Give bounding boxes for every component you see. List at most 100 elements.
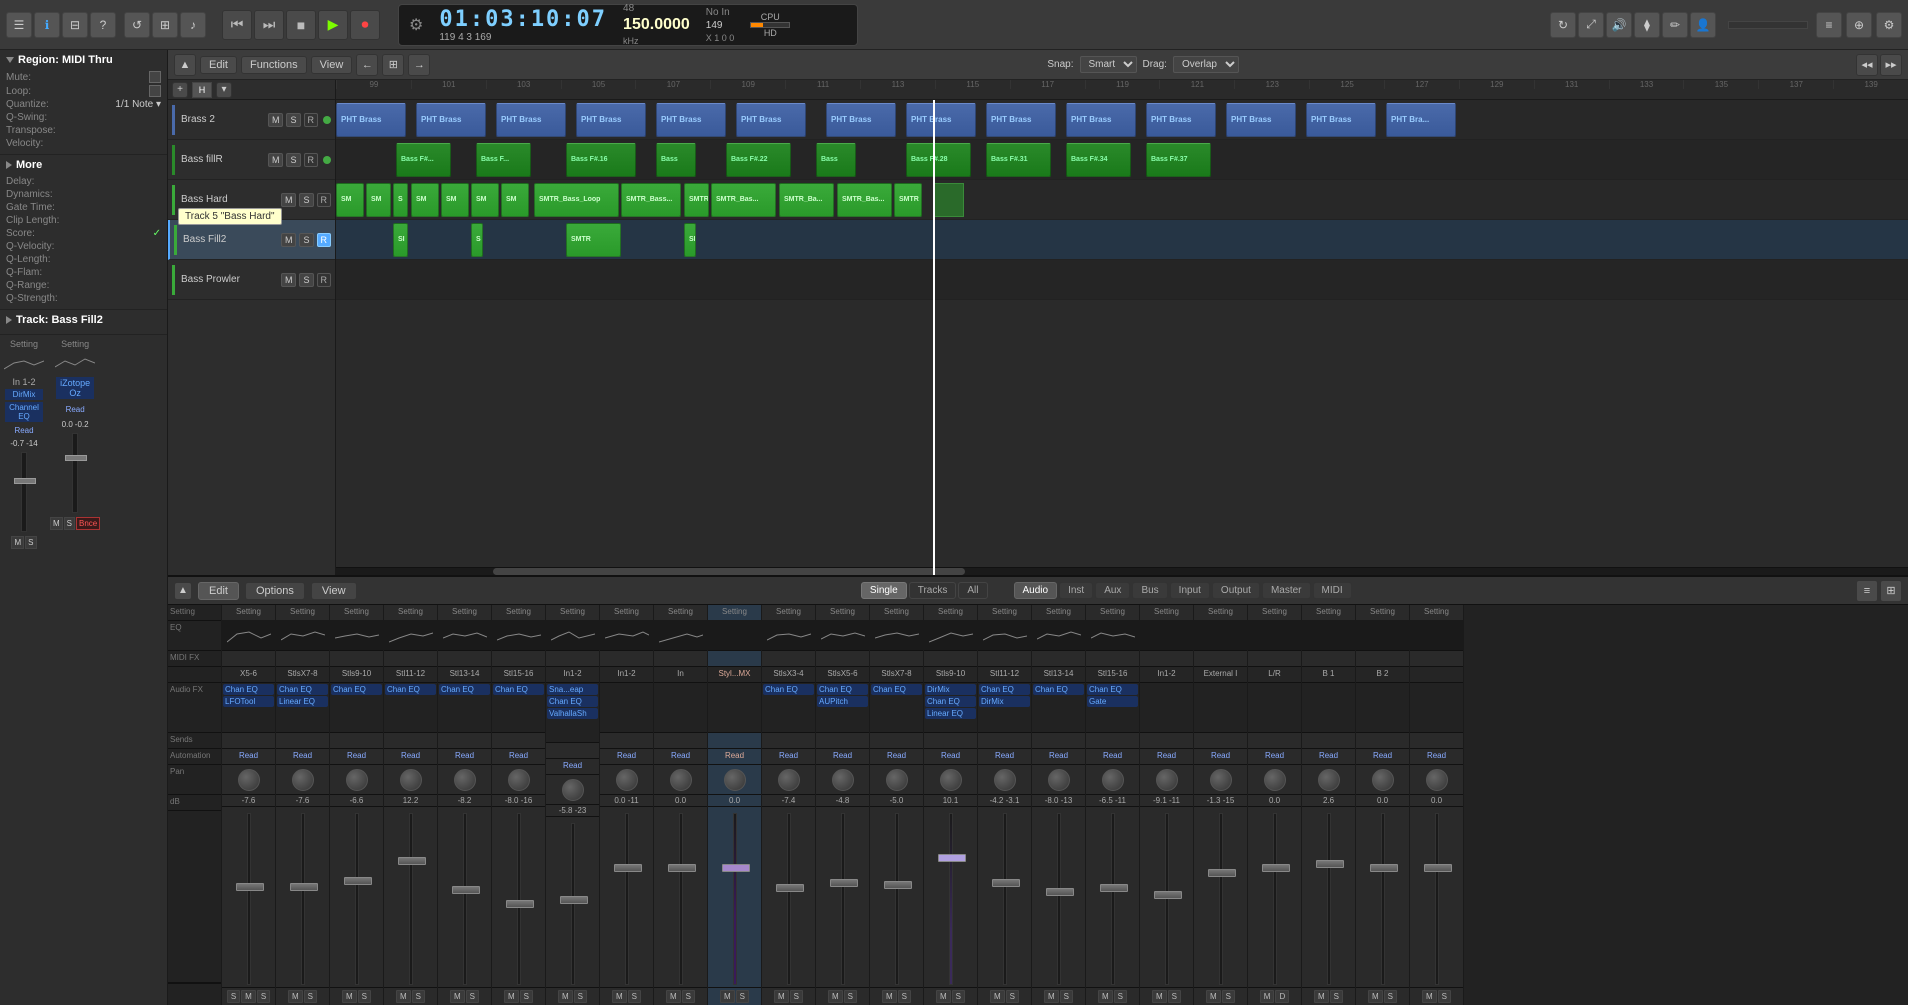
solo-bassprowler[interactable]: S	[299, 273, 313, 287]
clip-phtbrass-8[interactable]: PHT Brass	[906, 103, 976, 137]
region-header[interactable]: Region: MIDI Thru	[6, 54, 161, 66]
pan-knob-21[interactable]	[1318, 769, 1340, 791]
track-inspector-header[interactable]: Track: Bass Fill2	[6, 314, 161, 326]
auto-read-right[interactable]: Read	[66, 405, 85, 414]
track-down-btn[interactable]: ▾	[216, 82, 232, 98]
clip-phtbrass-3[interactable]: PHT Brass	[496, 103, 566, 137]
right-icon[interactable]: →	[408, 54, 430, 76]
track-content-bassprowler[interactable]	[336, 260, 1908, 300]
fader-15[interactable]	[1003, 813, 1007, 985]
auto-read-20[interactable]: Read	[1248, 749, 1301, 765]
stop-btn[interactable]: ■	[286, 10, 316, 40]
record-btn-right[interactable]: Bnce	[76, 517, 100, 530]
clip-bassf1[interactable]: Bass F#...	[396, 143, 451, 177]
functions-btn[interactable]: Functions	[241, 56, 307, 74]
view-mix-btn[interactable]: View	[311, 582, 357, 600]
auto-read-15[interactable]: Read	[978, 749, 1031, 765]
auto-read-11[interactable]: Read	[762, 749, 815, 765]
clip-sm3[interactable]: S	[393, 183, 408, 217]
mixer-grid-icon[interactable]: ⊞	[1880, 580, 1902, 602]
solo-btn-right[interactable]: S	[64, 517, 75, 530]
clip-bassf22[interactable]: Bass F#.22	[726, 143, 791, 177]
track-row-brass2[interactable]: Brass 2 M S R	[168, 100, 335, 140]
clip-si1[interactable]: SI	[393, 223, 408, 257]
fader-3[interactable]	[355, 813, 359, 985]
clip-phtbrass-9[interactable]: PHT Brass	[986, 103, 1056, 137]
cycle-icon[interactable]: ⊞	[382, 54, 404, 76]
ch-s-1[interactable]: S	[227, 990, 240, 1003]
mute-bassfillr[interactable]: M	[268, 153, 284, 167]
read-bassfill2[interactable]: R	[317, 233, 332, 247]
snap-select[interactable]: Smart Bar Beat	[1080, 56, 1137, 73]
clip-smtr-bass[interactable]: SMTR_Bass...	[621, 183, 681, 217]
midi-btn[interactable]: ⧫	[1634, 12, 1660, 38]
pan-knob-17[interactable]	[1102, 769, 1124, 791]
auto-read-2[interactable]: Read	[276, 749, 329, 765]
pan-knob-6[interactable]	[508, 769, 530, 791]
loop-checkbox[interactable]	[149, 85, 161, 97]
fader-5[interactable]	[463, 813, 467, 985]
info-btn[interactable]: ℹ	[34, 12, 60, 38]
mute-bassfill2[interactable]: M	[281, 233, 297, 247]
track-content-basshard[interactable]: SM SM S SM SM SM SM SMTR_Bass_Loop SMTR_…	[336, 180, 1908, 220]
clip-smtr-bas2[interactable]: SMTR_Bas...	[711, 183, 776, 217]
pan-knob-8[interactable]	[616, 769, 638, 791]
auto-read-10[interactable]: Read	[708, 749, 761, 765]
auto-read-6[interactable]: Read	[492, 749, 545, 765]
clip-phtbrass-13[interactable]: PHT Brass	[1306, 103, 1376, 137]
pan-knob-3[interactable]	[346, 769, 368, 791]
sync-btn[interactable]: ↻	[1550, 12, 1576, 38]
play-btn[interactable]: ▶	[318, 10, 348, 40]
pan-knob-5[interactable]	[454, 769, 476, 791]
solo-bassfillr[interactable]: S	[286, 153, 300, 167]
edit-btn[interactable]: Edit	[200, 56, 237, 74]
midi-tab[interactable]: MIDI	[1313, 582, 1352, 599]
clip-phtbrass-1[interactable]: PHT Brass	[336, 103, 406, 137]
track-row-bassfillr[interactable]: Bass fillR M S R	[168, 140, 335, 180]
fader-23[interactable]	[1435, 813, 1439, 985]
fader-4[interactable]	[409, 813, 413, 985]
cycle-btn[interactable]: ⤢	[1578, 12, 1604, 38]
auto-read-22[interactable]: Read	[1356, 749, 1409, 765]
mute-btn-left[interactable]: M	[11, 536, 24, 549]
h-scroll[interactable]	[336, 567, 1908, 575]
read-bassprowler[interactable]: R	[317, 273, 332, 287]
h-scroll-thumb[interactable]	[493, 568, 965, 575]
auto-read-19[interactable]: Read	[1194, 749, 1247, 765]
fader-9[interactable]	[679, 813, 683, 985]
master-tab[interactable]: Master	[1262, 582, 1311, 599]
clip-bassf37[interactable]: Bass F#.37	[1146, 143, 1211, 177]
pan-knob-10[interactable]	[724, 769, 746, 791]
audio-tab[interactable]: Audio	[1014, 582, 1058, 599]
help-btn[interactable]: ?	[90, 12, 116, 38]
fader-21[interactable]	[1327, 813, 1331, 985]
fader-11[interactable]	[787, 813, 791, 985]
clip-bassf34[interactable]: Bass F#.34	[1066, 143, 1131, 177]
fader-18[interactable]	[1165, 813, 1169, 985]
track-row-bassfill2[interactable]: Bass Fill2 M S R	[168, 220, 335, 260]
options-mix-btn[interactable]: Options	[245, 582, 305, 600]
mute-checkbox[interactable]	[149, 71, 161, 83]
track-h-btn[interactable]: H	[192, 82, 212, 98]
clip-sm1[interactable]: SM	[336, 183, 364, 217]
auto-read-18[interactable]: Read	[1140, 749, 1193, 765]
auto-read-7[interactable]: Read	[546, 759, 599, 775]
pan-knob-18[interactable]	[1156, 769, 1178, 791]
fader-17[interactable]	[1111, 813, 1115, 985]
clip-phtbrass-4[interactable]: PHT Brass	[576, 103, 646, 137]
pan-knob-12[interactable]	[832, 769, 854, 791]
read-brass2[interactable]: R	[304, 113, 319, 127]
clip-bassf3[interactable]: Bass F#.16	[566, 143, 636, 177]
mixer-nav-btn[interactable]: ▲	[174, 582, 192, 600]
pan-knob-4[interactable]	[400, 769, 422, 791]
track-content-brass2[interactable]: PHT Brass PHT Brass PHT Brass PHT Brass …	[336, 100, 1908, 140]
fader-22[interactable]	[1381, 813, 1385, 985]
pan-knob-7[interactable]	[562, 779, 584, 801]
person-btn[interactable]: 👤	[1690, 12, 1716, 38]
fader-6[interactable]	[517, 813, 521, 985]
fader-12[interactable]	[841, 813, 845, 985]
track-content-bassfillr[interactable]: Bass F#... Bass F... Bass F#.16 Bass Bas…	[336, 140, 1908, 180]
zoom-in-btn[interactable]: ▸▸	[1880, 54, 1902, 76]
mute-basshard[interactable]: M	[281, 193, 297, 207]
master-fader[interactable]	[1728, 21, 1808, 29]
